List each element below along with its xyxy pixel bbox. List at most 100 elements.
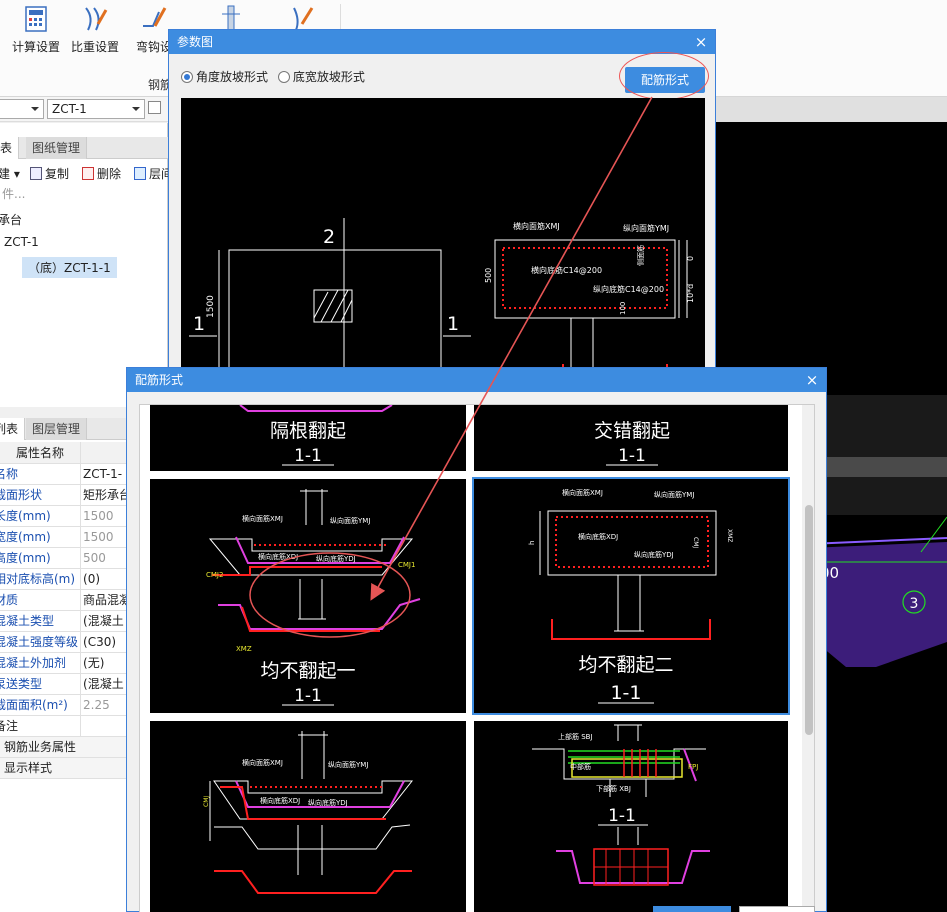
search-input[interactable]: 件... <box>0 185 25 203</box>
rebar-option-no-bend-1[interactable]: 横向面筋XMJ 纵向面筋YMJ 横向底筋XDJ 纵向底筋YDJ CMJ1 CMJ… <box>150 479 466 713</box>
property-row[interactable]: 混凝土外加剂 (无) <box>0 652 135 674</box>
section-number-right: 1 <box>447 313 459 335</box>
rebar-option-drawing: 交错翻起 1-1 <box>594 420 670 466</box>
property-section-label: 显示样式 <box>0 757 135 779</box>
hook-settings-icon <box>143 7 167 27</box>
radio-width-slope[interactable]: 底宽放坡形式 <box>277 70 365 84</box>
new-label: 建 <box>0 167 11 181</box>
tree-item-zct-1[interactable]: ZCT-1 <box>4 235 39 249</box>
dim-500-text: 500 <box>484 268 493 283</box>
rebar-option-layered[interactable]: 上部筋 SBJ 中部筋 下部筋 XBJ FPJ 1-1 <box>474 721 788 912</box>
property-name: 相对底标高(m) <box>0 568 82 590</box>
property-row[interactable]: 混凝土类型 (混凝土 <box>0 610 135 632</box>
property-row[interactable]: 泵送类型(混凝土 <box>0 673 135 695</box>
rebar-option-section: 1-1 <box>608 806 636 826</box>
property-row[interactable]: 长度(mm)1500 <box>0 505 135 527</box>
property-name: 名称 <box>0 463 82 485</box>
label-xdj: 横向底筋XDJ <box>578 532 618 541</box>
chevron-down-icon <box>132 107 140 111</box>
label-fpj: FPJ <box>688 763 698 771</box>
close-icon[interactable]: × <box>804 368 820 392</box>
ok-button[interactable] <box>653 906 731 912</box>
property-row[interactable]: 相对底标高(m) (0) <box>0 568 135 590</box>
property-name: 截面形状 <box>0 484 82 506</box>
parameter-dialog-title: 参数图 <box>169 30 715 54</box>
copy-button[interactable]: 复制 <box>30 165 69 182</box>
copy-icon <box>30 167 42 180</box>
new-button[interactable]: 建 ▾ <box>0 165 20 182</box>
property-row[interactable]: 高度(mm)500 <box>0 547 135 569</box>
property-name: 截面面积(m²) <box>0 694 82 716</box>
parameter-dialog: 参数图 × 角度放坡形式 底宽放坡形式 配筋形式 1500 2 1 1 横向面筋… <box>168 29 716 370</box>
tab-layer-management[interactable]: 图层管理 <box>26 418 88 440</box>
calc-settings-button[interactable]: 计算设置 <box>8 4 64 62</box>
label-ymj: 纵向面筋YMJ <box>328 760 368 769</box>
tab-drawing-management[interactable]: 图纸管理 <box>26 137 88 159</box>
weight-settings-label: 比重设置 <box>70 40 119 54</box>
property-section-row[interactable]: 显示样式 <box>0 757 135 779</box>
parameter-drawing: 1500 2 1 1 横向面筋XMJ 纵向面筋YMJ 横向底筋C14@200 纵… <box>181 98 705 370</box>
label-ydj: 纵向底筋YDJ <box>634 550 674 559</box>
property-name: 高度(mm) <box>0 547 82 569</box>
label-cmj: CMJ <box>692 537 699 548</box>
floor-combo[interactable] <box>0 99 44 119</box>
gallery-scroll-thumb[interactable] <box>805 505 813 735</box>
property-row[interactable]: 截面形状矩形承台 <box>0 484 135 506</box>
layer-icon <box>134 167 146 180</box>
property-section-row[interactable]: 钢筋业务属性 <box>0 736 135 758</box>
label-mid-bar: 中部筋 <box>570 762 591 771</box>
radio-width-slope-label: 底宽放坡形式 <box>292 70 365 84</box>
rebar-option-drawing: 横向面筋XMJ 纵向面筋YMJ 横向底筋XDJ 纵向底筋YDJ CMJ1 CMJ… <box>206 489 421 706</box>
filter-checkbox[interactable] <box>148 101 161 114</box>
label-xmj: 横向面筋XMJ <box>562 488 603 497</box>
rebar-option-section: 1-1 <box>618 446 646 466</box>
component-combo[interactable]: ZCT-1 <box>47 99 145 119</box>
weight-settings-button[interactable]: 比重设置 <box>67 4 123 62</box>
gallery-scrollbar[interactable] <box>802 405 814 912</box>
property-row[interactable]: 宽度(mm)1500 <box>0 526 135 548</box>
canvas-toolbar <box>716 97 947 122</box>
weight-settings-icon <box>85 7 108 31</box>
property-row[interactable]: 名称ZCT-1- <box>0 463 135 485</box>
label-h: h <box>528 541 536 545</box>
label-c14-horizontal: 横向底筋C14@200 <box>531 265 602 275</box>
component-list-panel: 列表 图纸管理 建 ▾ 复制 删除 层间 件... 承台 ZCT-1 （底）ZC… <box>0 123 173 407</box>
label-xmj: 横向面筋XMJ <box>242 514 283 523</box>
property-tabs: 性列表 图层管理 <box>0 418 126 440</box>
radio-angle-slope[interactable]: 角度放坡形式 <box>181 70 268 84</box>
tab-property-list[interactable]: 性列表 <box>0 418 26 440</box>
property-panel: 性列表 图层管理 属性名称 名称ZCT-1-截面形状矩形承台长度(mm)1500… <box>0 418 135 912</box>
tab-component-list[interactable]: 列表 <box>0 137 20 159</box>
rebar-option-alternate-bend[interactable]: 隔根翻起 1-1 <box>150 405 466 471</box>
rebar-option-staggered-bend[interactable]: 交错翻起 1-1 <box>474 405 788 471</box>
property-name-header: 属性名称 <box>0 442 82 464</box>
label-ymj: 纵向面筋YMJ <box>330 516 370 525</box>
cancel-button[interactable] <box>739 906 815 912</box>
rebar-option-no-bend-3[interactable]: 横向面筋XMJ 纵向面筋YMJ 横向底筋XDJ 纵向底筋YDJ CMJ <box>150 721 466 912</box>
rebar-option-section: 1-1 <box>294 686 322 706</box>
radio-angle-slope-dot <box>181 71 193 83</box>
property-header-row: 属性名称 <box>0 442 135 464</box>
rebar-option-no-bend-2[interactable]: h 横向面筋XMJ 纵向面筋YMJ 横向底筋XDJ 纵向底筋YDJ XMZ CM… <box>472 477 790 715</box>
axis-marker-label: 3 <box>910 596 919 612</box>
delete-button[interactable]: 删除 <box>82 165 121 182</box>
label-side-bar: 侧面筋 <box>636 245 645 266</box>
property-row[interactable]: 材质商品混凝 <box>0 589 135 611</box>
rebar-form-gallery: 隔根翻起 1-1 交错翻起 1-1 横向面筋XMJ 纵向面筋YMJ 横向底筋XD… <box>139 404 815 912</box>
property-row[interactable]: 混凝土强度等级 (C30) <box>0 631 135 653</box>
component-combo-value: ZCT-1 <box>52 102 87 116</box>
tree-item-zct-1-1[interactable]: （底）ZCT-1-1 <box>22 257 117 278</box>
property-name: 泵送类型 <box>0 673 82 695</box>
property-row[interactable]: 截面面积(m²) 2.25 <box>0 694 135 716</box>
close-icon[interactable]: × <box>693 30 709 54</box>
radio-angle-slope-label: 角度放坡形式 <box>196 70 269 84</box>
property-name: 混凝土外加剂 <box>0 652 82 674</box>
radio-width-slope-dot <box>277 71 290 83</box>
rebar-option-section: 1-1 <box>610 682 641 704</box>
property-name: 材质 <box>0 589 82 611</box>
property-row[interactable]: 备注 <box>0 715 135 737</box>
tree-item-pile-cap[interactable]: 承台 <box>0 211 22 228</box>
rebar-form-dialog: 配筋形式 × 隔根翻起 1-1 交错翻起 1-1 横向面筋XMJ 纵向面筋YMJ… <box>126 367 827 912</box>
label-cmj: CMJ <box>203 796 210 807</box>
rebar-form-dialog-title: 配筋形式 <box>127 368 826 392</box>
